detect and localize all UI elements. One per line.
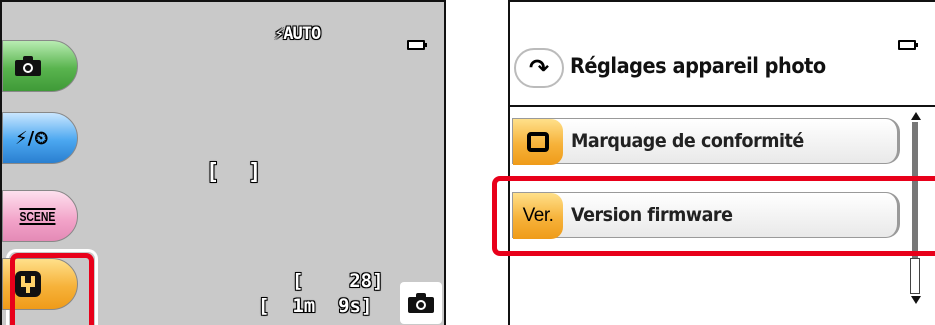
shooting-mode-tab[interactable] <box>2 40 78 92</box>
setup-tab-highlight <box>10 253 94 325</box>
scroll-down-arrow-icon[interactable] <box>911 296 921 304</box>
recording-time: [ 1m 9s] <box>258 295 373 317</box>
flash-self-timer-tab[interactable]: ⚡/⏲ <box>2 112 78 164</box>
menu-title: Réglages appareil photo <box>570 54 826 78</box>
divider <box>510 105 935 107</box>
back-button[interactable]: ↶ <box>514 48 564 88</box>
camera-icon <box>15 56 41 76</box>
focus-area-bracket-left: [ <box>206 160 220 185</box>
battery-icon <box>898 40 918 50</box>
flash-mode-indicator: ⚡AUTO <box>274 24 321 44</box>
focus-area-bracket-right: ] <box>248 160 262 185</box>
square-icon <box>527 132 549 152</box>
exposures-remaining: [ 28] <box>292 270 384 292</box>
scroll-up-arrow-icon[interactable] <box>911 112 921 120</box>
flash-self-timer-icon: ⚡/⏲ <box>15 127 49 149</box>
setup-menu-screen: ↶ Réglages appareil photo Marquage de co… <box>508 0 935 325</box>
back-arrow-icon: ↶ <box>528 54 550 82</box>
menu-item-label: Marquage de conformité <box>571 130 804 152</box>
shooting-screen: ⚡AUTO ⚡/⏲ SCENE [ ] [ 28] [ 1m 9s] <box>0 0 446 325</box>
scene-tab[interactable]: SCENE <box>2 190 78 242</box>
item-icon-badge <box>513 119 563 165</box>
menu-item-conformity-marking[interactable]: Marquage de conformité <box>512 118 900 165</box>
firmware-version-highlight <box>492 176 935 256</box>
shooting-mode-indicator <box>400 282 442 324</box>
battery-icon <box>407 40 427 50</box>
scroll-thumb[interactable] <box>910 258 920 294</box>
scene-icon: SCENE <box>19 207 56 225</box>
camera-icon <box>408 293 434 313</box>
